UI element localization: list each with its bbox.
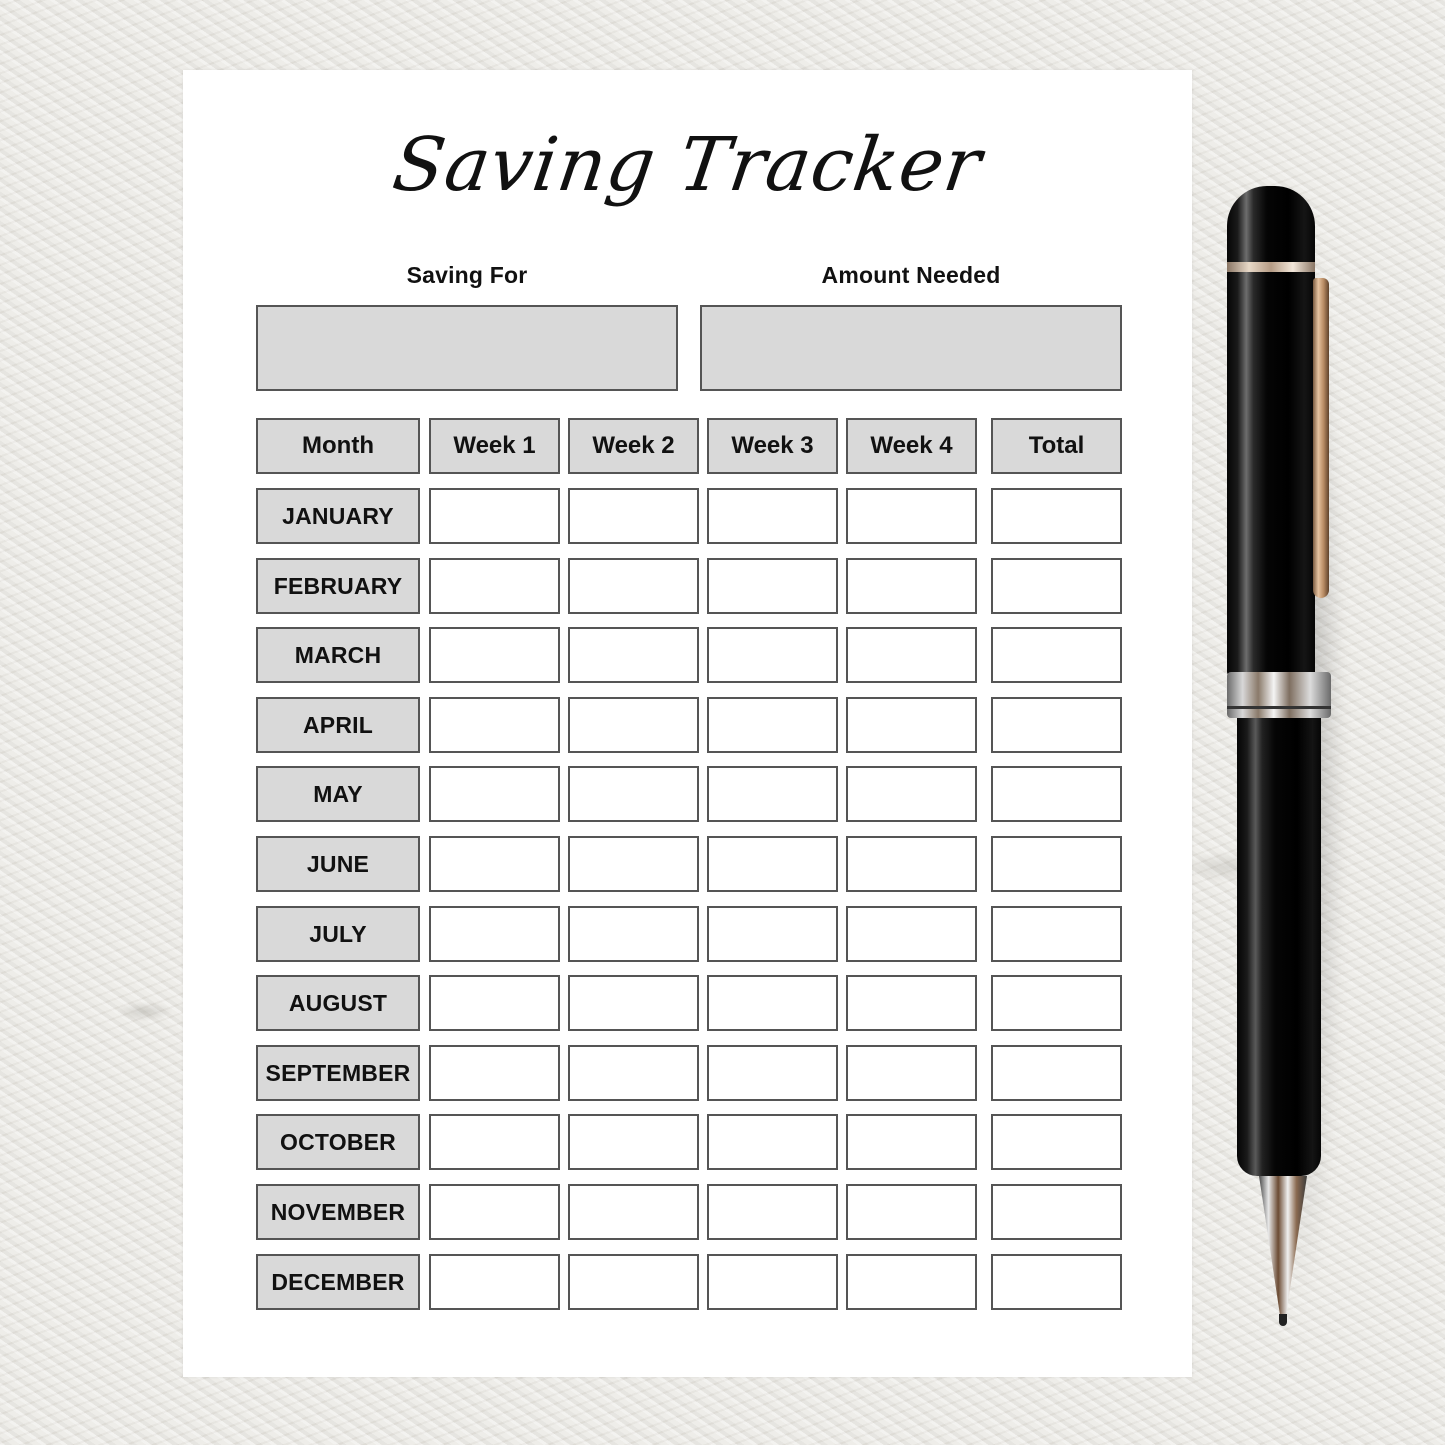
total-cell[interactable] — [991, 1254, 1122, 1310]
week-cell[interactable] — [846, 558, 977, 614]
week-cell[interactable] — [707, 906, 838, 962]
week-cell[interactable] — [568, 558, 699, 614]
month-label: JUNE — [256, 836, 420, 892]
column-header-month: Month — [256, 418, 420, 474]
pen-cap-band — [1227, 262, 1315, 272]
week-cell[interactable] — [568, 906, 699, 962]
month-label: MARCH — [256, 627, 420, 683]
month-label: OCTOBER — [256, 1114, 420, 1170]
month-label: AUGUST — [256, 975, 420, 1031]
week-cell[interactable] — [707, 1045, 838, 1101]
pen-icon — [1225, 186, 1345, 1336]
week-cell[interactable] — [568, 836, 699, 892]
amount-needed-field[interactable] — [700, 305, 1122, 391]
week-cell[interactable] — [707, 697, 838, 753]
week-cell[interactable] — [846, 906, 977, 962]
column-header-week-2: Week 2 — [568, 418, 699, 474]
week-cell[interactable] — [568, 975, 699, 1031]
total-cell[interactable] — [991, 766, 1122, 822]
week-cell[interactable] — [846, 1114, 977, 1170]
week-cell[interactable] — [429, 975, 560, 1031]
month-label: JANUARY — [256, 488, 420, 544]
week-cell[interactable] — [429, 697, 560, 753]
pen-center-ring — [1227, 672, 1331, 718]
total-cell[interactable] — [991, 697, 1122, 753]
week-cell[interactable] — [568, 627, 699, 683]
total-cell[interactable] — [991, 627, 1122, 683]
total-cell[interactable] — [991, 558, 1122, 614]
week-cell[interactable] — [429, 1184, 560, 1240]
pen-cap — [1227, 186, 1315, 676]
week-cell[interactable] — [429, 906, 560, 962]
pen-point — [1279, 1314, 1287, 1326]
week-cell[interactable] — [568, 488, 699, 544]
month-label: DECEMBER — [256, 1254, 420, 1310]
week-cell[interactable] — [429, 1114, 560, 1170]
pen-clip — [1313, 278, 1329, 598]
week-cell[interactable] — [707, 558, 838, 614]
month-label: APRIL — [256, 697, 420, 753]
week-cell[interactable] — [707, 488, 838, 544]
column-header-total: Total — [991, 418, 1122, 474]
week-cell[interactable] — [846, 488, 977, 544]
page-title: Saving Tracker — [387, 122, 988, 208]
week-cell[interactable] — [429, 766, 560, 822]
total-cell[interactable] — [991, 975, 1122, 1031]
total-cell[interactable] — [991, 1184, 1122, 1240]
week-cell[interactable] — [429, 1045, 560, 1101]
week-cell[interactable] — [707, 1114, 838, 1170]
tracker-sheet: Saving Tracker Saving For Amount Needed … — [183, 70, 1192, 1377]
week-cell[interactable] — [846, 1045, 977, 1101]
week-cell[interactable] — [846, 975, 977, 1031]
amount-needed-label: Amount Needed — [821, 262, 1001, 288]
week-cell[interactable] — [846, 766, 977, 822]
week-cell[interactable] — [707, 836, 838, 892]
month-label: FEBRUARY — [256, 558, 420, 614]
week-cell[interactable] — [846, 1254, 977, 1310]
total-cell[interactable] — [991, 906, 1122, 962]
week-cell[interactable] — [846, 1184, 977, 1240]
saving-for-label: Saving For — [406, 262, 528, 288]
week-cell[interactable] — [707, 766, 838, 822]
week-cell[interactable] — [568, 766, 699, 822]
week-cell[interactable] — [707, 1184, 838, 1240]
week-cell[interactable] — [429, 627, 560, 683]
week-cell[interactable] — [429, 1254, 560, 1310]
week-cell[interactable] — [429, 558, 560, 614]
week-cell[interactable] — [707, 1254, 838, 1310]
week-cell[interactable] — [568, 1184, 699, 1240]
week-cell[interactable] — [568, 1254, 699, 1310]
month-label: NOVEMBER — [256, 1184, 420, 1240]
month-label: MAY — [256, 766, 420, 822]
week-cell[interactable] — [429, 488, 560, 544]
pen-ring-groove — [1227, 706, 1331, 709]
pen-barrel — [1237, 716, 1321, 1176]
column-header-week-4: Week 4 — [846, 418, 977, 474]
week-cell[interactable] — [846, 627, 977, 683]
total-cell[interactable] — [991, 1045, 1122, 1101]
column-header-week-1: Week 1 — [429, 418, 560, 474]
total-cell[interactable] — [991, 1114, 1122, 1170]
month-label: JULY — [256, 906, 420, 962]
saving-for-field[interactable] — [256, 305, 678, 391]
week-cell[interactable] — [846, 697, 977, 753]
week-cell[interactable] — [707, 975, 838, 1031]
column-header-week-3: Week 3 — [707, 418, 838, 474]
total-cell[interactable] — [991, 488, 1122, 544]
week-cell[interactable] — [568, 1045, 699, 1101]
month-label: SEPTEMBER — [256, 1045, 420, 1101]
week-cell[interactable] — [707, 627, 838, 683]
total-cell[interactable] — [991, 836, 1122, 892]
week-cell[interactable] — [846, 836, 977, 892]
week-cell[interactable] — [568, 1114, 699, 1170]
week-cell[interactable] — [568, 697, 699, 753]
week-cell[interactable] — [429, 836, 560, 892]
